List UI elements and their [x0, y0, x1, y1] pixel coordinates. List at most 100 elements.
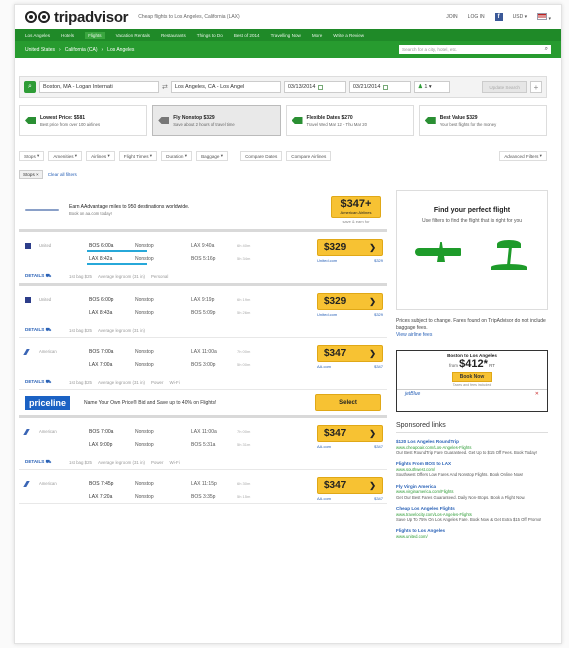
nav-item[interactable]: Travelling Now — [271, 33, 301, 38]
add-search-button[interactable]: + — [530, 81, 542, 93]
sponsored-ad[interactable]: Flights From BOS to LAX www.southwest.com… — [396, 461, 548, 477]
promo-text: Earn AAdvantage miles to 950 destination… — [69, 203, 190, 210]
facebook-icon[interactable]: f — [494, 13, 503, 21]
nav-item[interactable]: Write a Review — [333, 33, 364, 38]
nav-item[interactable]: Hotels — [61, 33, 74, 38]
details-link[interactable]: DETAILS ⛟ — [25, 379, 59, 386]
united-logo-icon — [25, 242, 31, 249]
sponsored-ad[interactable]: Cheap Los Angeles Flights www.travelocity… — [396, 506, 548, 522]
login-link[interactable]: LOG IN — [468, 14, 485, 20]
close-icon[interactable]: ✕ — [535, 391, 539, 397]
nav-item[interactable]: Los Angeles — [25, 33, 50, 38]
breadcrumb-item[interactable]: Los Angeles — [107, 47, 134, 53]
amenities-dropdown[interactable]: Amenities ▾ — [48, 151, 83, 161]
sponsored-ad[interactable]: Fly Virgin America www.virginamerica.com/… — [396, 484, 548, 500]
destination-field[interactable]: Los Angeles, CA - Los Angel — [170, 81, 281, 93]
update-search-button[interactable]: Update Search — [482, 81, 527, 93]
selected-time-bar — [87, 249, 147, 252]
site-search-input[interactable]: Search for a city, hotel, etc. ⌕ — [399, 45, 551, 54]
details-link[interactable]: DETAILS ⛟ — [25, 327, 59, 334]
nav-item-flights[interactable]: Flights — [85, 31, 105, 39]
lowest-price-filter[interactable]: Lowest Price: $581 Best price from over 1… — [19, 105, 148, 136]
tripadvisor-logo[interactable]: tripadvisor — [25, 9, 129, 26]
american-logo-icon — [23, 348, 33, 355]
book-now-button[interactable]: Book Now — [452, 372, 492, 383]
search-icon[interactable]: ⌕ — [545, 46, 548, 53]
aa-promo: Earn AAdvantage miles to 950 destination… — [19, 190, 387, 232]
compare-airlines-button[interactable]: Compare Airlines — [286, 151, 332, 161]
sponsored-ad[interactable]: $120 Los Angeles RoundTrip www.cheapoair.… — [396, 439, 548, 455]
breadcrumb-item[interactable]: California (CA) — [65, 47, 98, 53]
active-filters: Stops × Clear all filters — [19, 170, 77, 179]
main-nav: Los Angeles Hotels Flights Vacation Rent… — [15, 29, 561, 41]
flight-search-bar: ⌕ Boston, MA - Logan Internati ⇄ Los Ang… — [19, 76, 547, 98]
book-button[interactable]: $347 ❯ — [317, 345, 383, 362]
selected-time-bar — [87, 262, 147, 265]
priceline-select-button[interactable]: Select — [315, 394, 381, 411]
filter-dropdowns: Stops ▾ Amenities ▾ Airlines ▾ Flight Ti… — [19, 150, 547, 162]
details-link[interactable]: DETAILS ⛟ — [25, 459, 59, 466]
right-sidebar: Find your perfect flight Use filters to … — [396, 190, 548, 539]
tag-icon — [25, 117, 36, 124]
flight-times-dropdown[interactable]: Flight Times ▾ — [118, 151, 158, 161]
nonstop-filter[interactable]: Fly Nonstop $329 Save about 2 hours of tr… — [152, 105, 281, 136]
nav-item[interactable]: Best of 2014 — [234, 33, 260, 38]
details-link[interactable]: DETAILS ⛟ — [25, 273, 59, 280]
flag-select[interactable]: ▾ — [537, 12, 551, 22]
book-button[interactable]: $329 ❯ — [317, 239, 383, 256]
flight-result: United BOS 6:00a Nonstop LAX 9:40a 6h 40m LA… — [19, 232, 387, 286]
travel-illustration — [397, 236, 547, 270]
nav-item[interactable]: Things to Do — [197, 33, 223, 38]
price-note: Prices subject to change. Fares found on… — [396, 318, 548, 338]
jetblue-logo[interactable]: jetBlue — [405, 391, 420, 397]
account-links: JOIN LOG IN f USD ▾ ▾ — [446, 12, 551, 22]
join-link[interactable]: JOIN — [446, 14, 457, 20]
calendar-icon — [383, 84, 389, 90]
breadcrumb: United States › California (CA) › Los Ange… — [15, 41, 561, 58]
person-icon: ♟ — [417, 84, 423, 90]
depart-date-field[interactable]: 03/13/2014 — [283, 81, 346, 93]
owl-icon — [25, 10, 51, 24]
stops-dropdown[interactable]: Stops ▾ — [19, 151, 45, 161]
advanced-filters-dropdown[interactable]: Advanced Filters ▾ — [499, 151, 547, 161]
nav-item[interactable]: Vacation Rentals — [116, 33, 150, 38]
us-flag-icon — [537, 12, 548, 20]
origin-field[interactable]: Boston, MA - Logan Internati — [39, 81, 159, 93]
best-value-filter[interactable]: Best Value $329 Your best flights for the… — [418, 105, 547, 136]
promo-price-button[interactable]: $347+ American Airlines — [331, 195, 381, 218]
nav-item[interactable]: More — [312, 33, 322, 38]
book-button[interactable]: $329 ❯ — [317, 293, 383, 310]
priceline-ad: priceline Name Your Own Price® Bid and S… — [19, 390, 387, 418]
airlines-dropdown[interactable]: Airlines ▾ — [86, 151, 115, 161]
flight-result: American BOS 7:45p Nonstop LAX 11:15p 6h 30m… — [19, 470, 387, 504]
flight-result: American BOS 7:00a Nonstop LAX 11:00a 7h 00m… — [19, 418, 387, 470]
promo-subtext: Book on aa.com today! — [69, 210, 112, 216]
american-logo-icon — [23, 428, 33, 435]
sponsored-ad[interactable]: Flights to Los Angeles www.united.com/ — [396, 528, 548, 539]
sponsored-links: Sponsored links $120 Los Angeles RoundTr… — [396, 422, 548, 539]
perfect-flight-title: Find your perfect flight — [433, 207, 511, 214]
baggage-dropdown[interactable]: Baggage ▾ — [196, 151, 229, 161]
book-button[interactable]: $347 ❯ — [317, 425, 383, 442]
airline-fees-link[interactable]: View airline fees — [396, 332, 548, 339]
passengers-select[interactable]: ♟ 1 ▾ — [413, 81, 450, 93]
american-logo-icon — [23, 480, 33, 487]
duration-dropdown[interactable]: Duration ▾ — [161, 151, 193, 161]
compare-dates-button[interactable]: Compare Dates — [240, 151, 283, 161]
plane-icon — [158, 117, 170, 124]
jetblue-deal: Boston to Los Angeles from $412* RT Book… — [396, 350, 548, 413]
calendar-icon — [318, 84, 324, 90]
flexible-dates-filter[interactable]: Flexible Dates $270 Travel Wed Mar 12 - T… — [285, 105, 414, 136]
promo-via: save & earn for — [342, 218, 370, 224]
perfect-flight-subtitle: Use filters to find the flight that is r… — [421, 218, 523, 224]
currency-select[interactable]: USD ▾ — [513, 14, 527, 20]
priceline-text: Name Your Own Price® Bid and Save up to … — [84, 399, 217, 406]
return-date-field[interactable]: 03/21/2014 — [348, 81, 411, 93]
book-button[interactable]: $347 ❯ — [317, 477, 383, 494]
nav-item[interactable]: Restaurants — [161, 33, 186, 38]
breadcrumb-item[interactable]: United States — [25, 47, 55, 53]
clear-filters-link[interactable]: Clear all filters — [48, 172, 77, 177]
flight-result: American BOS 7:00a Nonstop LAX 11:00a 7h 00m… — [19, 338, 387, 390]
swap-icon[interactable]: ⇄ — [162, 83, 168, 91]
active-filter-chip[interactable]: Stops × — [19, 170, 43, 179]
